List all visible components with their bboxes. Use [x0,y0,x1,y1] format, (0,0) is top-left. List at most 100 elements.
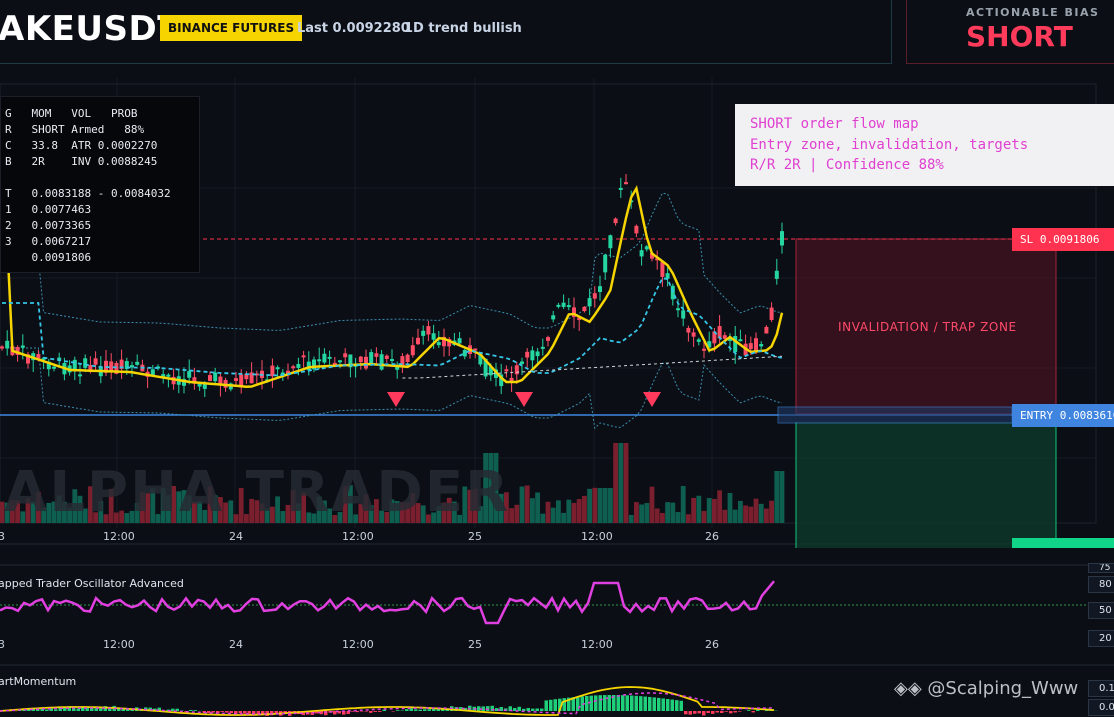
momentum-bar [679,700,683,711]
time-tick: 26 [705,638,719,651]
momentum-bar [238,711,242,714]
stats-row: 1 0.0077463 [5,203,92,216]
candle-body [0,346,4,349]
symbol-title: AKEUSDT [0,9,181,49]
volume-bar [556,500,561,523]
volume-bar [597,488,603,523]
momentum-bar [540,708,544,711]
volume-bar [743,505,748,523]
candle-body [358,356,363,363]
momentum-bar [369,711,373,713]
time-tick: 12:00 [103,638,135,651]
volume-bar [566,499,572,523]
momentum-bar [706,711,710,714]
momentum-bar [693,711,697,714]
watermark: ALPHA TRADER [4,460,511,525]
volume-bar [649,486,655,523]
momentum-bar [684,711,688,715]
candle-body [582,306,587,312]
time-tick: 24 [229,638,243,651]
volume-bar [571,502,577,523]
volume-bar [602,488,608,523]
momentum-scale: 0.0 [1088,699,1114,716]
candle-body [364,356,368,369]
volume-bar [530,498,535,523]
momentum-bar [562,698,566,711]
momentum-bar [603,695,607,711]
candle-body [187,371,192,378]
oscillator-scale: 75 [1088,563,1114,573]
momentum-bar [535,708,539,711]
candle-body [525,351,530,358]
candle-body [52,366,56,369]
candle-body [421,330,426,336]
momentum-bar [76,708,80,711]
last-price: Last 0.0092280 [297,21,410,36]
stats-row: 2 0.0073365 [5,219,92,232]
candle-body [535,351,540,357]
candle-body [317,359,322,362]
momentum-bar [589,695,593,711]
momentum-bar [225,711,229,713]
momentum-bar [643,696,647,711]
momentum-bar [625,695,629,711]
candle-body [379,354,384,370]
stats-row: B 2R INV 0.0088245 [5,155,158,168]
candle-body [592,293,597,299]
volume-bar [592,487,598,523]
momentum-bar [751,711,755,713]
target-label [1012,538,1114,548]
candle-body [410,345,415,356]
momentum-bar [423,709,427,711]
volume-bar [634,502,639,523]
volume-bar [639,504,644,523]
volume-bar [608,488,613,523]
volume-bar [545,501,551,523]
momentum-bar [639,696,643,711]
candle-body [722,335,727,339]
momentum-bar [544,700,548,711]
candle-body [644,246,649,250]
volume-bar [514,504,520,523]
momentum-bar [630,695,634,711]
momentum-bar [189,709,193,711]
volume-bar [587,488,592,523]
candle-body [426,326,431,335]
volume-bar [686,514,691,523]
candle-body [540,346,545,349]
candle-body [551,315,556,320]
time-tick: 12:00 [581,530,613,543]
candle-body [83,358,88,368]
candle-body [338,360,342,363]
candle-body [556,304,561,307]
candle-body [738,339,743,342]
momentum-bar [733,711,737,713]
short-signal-triangle-icon [387,392,405,407]
volume-bar [535,492,540,523]
candle-body [369,352,374,365]
candle-body [686,327,691,333]
stop-loss-label: SL 0.0091806 [1012,228,1114,251]
momentum-bar [657,697,661,711]
trap-zone-label: INVALIDATION / TRAP ZONE [838,320,1017,334]
oscillator-scale: 50 [1088,602,1114,619]
momentum-bar [648,696,652,711]
momentum-bar [585,695,589,711]
annotation-box: SHORT order flow map Entry zone, invalid… [735,104,1114,186]
annotation-line: R/R 2R | Confidence 88% [750,157,944,173]
momentum-bar [396,710,400,711]
candle-body [670,285,675,300]
candle-body [676,308,680,311]
trend-label: 1D trend bullish [404,21,522,36]
candle-body [660,262,665,277]
candle-body [343,353,348,358]
candle-body [130,365,134,368]
candle-body [135,361,140,365]
candle-body [374,353,379,357]
stats-row: 0.0091806 [5,251,92,264]
bias-value: SHORT [966,20,1073,53]
time-tick: 25 [468,530,482,543]
time-tick: 12:00 [342,638,374,651]
candle-body [665,273,670,279]
stats-row: C 33.8 ATR 0.0002270 [5,139,158,152]
